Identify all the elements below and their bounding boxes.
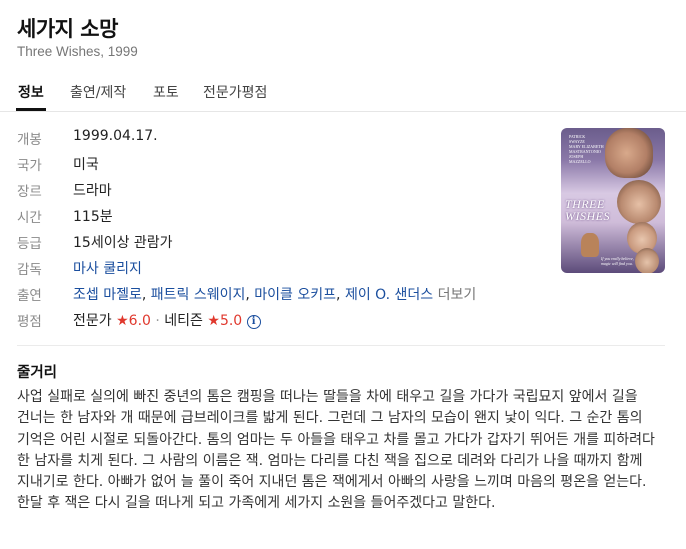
cast-separator: , [336, 287, 341, 303]
cast-link[interactable]: 마이클 오키프 [254, 287, 336, 303]
info-label-cast: 출연 [17, 288, 42, 304]
poster-tagline-line: magic will find you. [601, 261, 633, 266]
info-label-rating: 등급 [17, 236, 42, 252]
cast-separator: , [245, 287, 250, 303]
cast-list: 조셉 마젤로, 패트릭 스웨이지, 마이클 오키프, 제이 O. 샌더스 더보기 [73, 284, 476, 304]
cast-link[interactable]: 조셉 마젤로 [73, 287, 142, 303]
star-icon: ★ [116, 313, 129, 329]
movie-title: 세가지 소망 [17, 17, 118, 41]
poster-tagline: If you really believe, magic will find y… [601, 256, 634, 266]
section-divider [17, 345, 665, 346]
cast-link[interactable]: 패트릭 스웨이지 [151, 287, 246, 303]
info-label-country: 국가 [17, 158, 42, 174]
info-value-rating: 15세이상 관람가 [73, 235, 173, 251]
cast-more-link[interactable]: 더보기 [438, 287, 477, 303]
poster-title-line: WISHES [565, 209, 610, 223]
score-dot: · [155, 313, 160, 329]
tab-info[interactable]: 정보 [16, 82, 46, 111]
poster-credits: PATRICK SWAYZE MARY ELIZABETH MASTRANTON… [569, 134, 609, 164]
poster-face [635, 248, 659, 273]
info-label-release: 개봉 [17, 132, 42, 148]
netizen-score: 5.0 [219, 313, 243, 329]
info-value-runtime: 115분 [73, 209, 113, 225]
info-value-genre: 드라마 [73, 183, 112, 199]
cast-link[interactable]: 제이 O. 샌더스 [345, 287, 433, 303]
expert-score-label: 전문가 [73, 313, 112, 329]
score-values: 전문가 ★6.0 · 네티즌 ★5.0 i [73, 310, 261, 330]
star-icon: ★ [207, 313, 220, 329]
info-label-runtime: 시간 [17, 210, 42, 226]
info-icon[interactable]: i [246, 315, 261, 329]
movie-poster[interactable]: PATRICK SWAYZE MARY ELIZABETH MASTRANTON… [561, 128, 665, 273]
netizen-score-label: 네티즌 [164, 313, 203, 329]
info-label-director: 감독 [17, 262, 42, 278]
info-label-score: 평점 [17, 314, 42, 330]
synopsis-heading: 줄거리 [17, 365, 58, 381]
cast-separator: , [141, 287, 147, 303]
director-link[interactable]: 마사 쿨리지 [73, 258, 142, 278]
tab-bar: 정보 출연/제작 포토 전문가평점 [0, 72, 686, 112]
info-value-release: 1999.04.17. [73, 128, 158, 144]
poster-dog [581, 233, 599, 257]
synopsis-text: 사업 실패로 실의에 빠진 중년의 톰은 캠핑을 떠나는 딸들을 차에 태우고 … [17, 389, 655, 512]
info-value-country: 미국 [73, 157, 99, 173]
poster-credit-line: MAZZELLO [569, 159, 591, 164]
tab-expert-rating[interactable]: 전문가평점 [203, 82, 267, 102]
expert-score: 6.0 [128, 313, 151, 329]
poster-title: THREE WISHES [565, 198, 610, 222]
tab-photo[interactable]: 포토 [153, 82, 179, 102]
tab-cast-crew[interactable]: 출연/제작 [70, 82, 126, 102]
info-label-genre: 장르 [17, 184, 42, 200]
poster-face [617, 180, 661, 224]
poster-face [605, 128, 653, 178]
movie-subtitle: Three Wishes, 1999 [17, 44, 138, 59]
